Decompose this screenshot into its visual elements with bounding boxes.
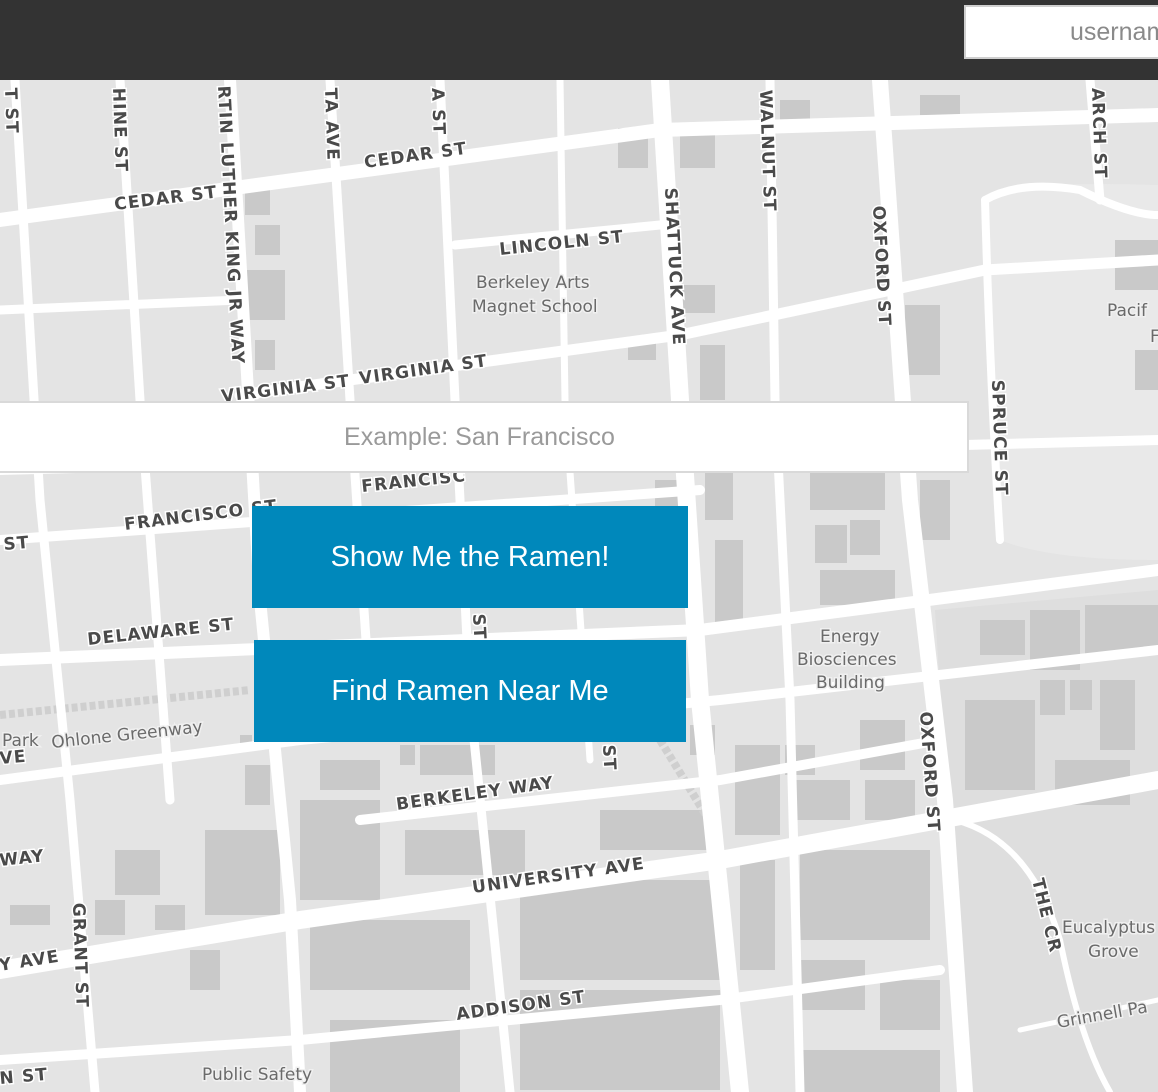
street-label-t-st-left: T ST — [0, 87, 22, 134]
place-label-eucalyptus-2: Grove — [1088, 942, 1139, 962]
place-label-eucalyptus-1: Eucalyptus — [1062, 918, 1155, 938]
place-label-arts-1: Berkeley Arts — [476, 273, 590, 293]
place-label-energy-1: Energy — [820, 627, 880, 647]
find-ramen-near-me-button[interactable]: Find Ramen Near Me — [254, 640, 686, 742]
street-label-st-mid2: ST — [598, 744, 619, 771]
street-label-hine: HINE ST — [108, 87, 131, 172]
show-ramen-button[interactable]: Show Me the Ramen! — [252, 506, 688, 608]
place-label-energy-3: Building — [816, 673, 885, 693]
street-label-arch: ARCH ST — [1087, 87, 1110, 179]
username-input[interactable] — [964, 5, 1158, 59]
city-search-input[interactable] — [0, 401, 969, 473]
place-label-pacific-1: Pacif — [1107, 301, 1148, 321]
place-label-park: Park — [2, 731, 39, 751]
street-label-st-mid: ST — [468, 613, 489, 640]
street-label-n-st: N ST — [0, 1065, 49, 1089]
street-label-ta-ave: TA AVE — [320, 87, 343, 161]
place-label-arts-2: Magnet School — [472, 297, 598, 317]
place-label-pacific-2: F — [1150, 327, 1158, 347]
street-label-st-left: ST — [3, 533, 31, 555]
street-label-spruce: SPRUCE ST — [987, 379, 1011, 496]
street-label-walnut: WALNUT ST — [755, 89, 779, 212]
place-label-public-safety: Public Safety — [202, 1065, 312, 1085]
place-label-energy-2: Biosciences — [797, 650, 897, 670]
street-label-a-st: A ST — [427, 87, 449, 135]
street-label-grant: GRANT ST — [68, 902, 92, 1008]
top-navigation-bar — [0, 0, 1158, 80]
